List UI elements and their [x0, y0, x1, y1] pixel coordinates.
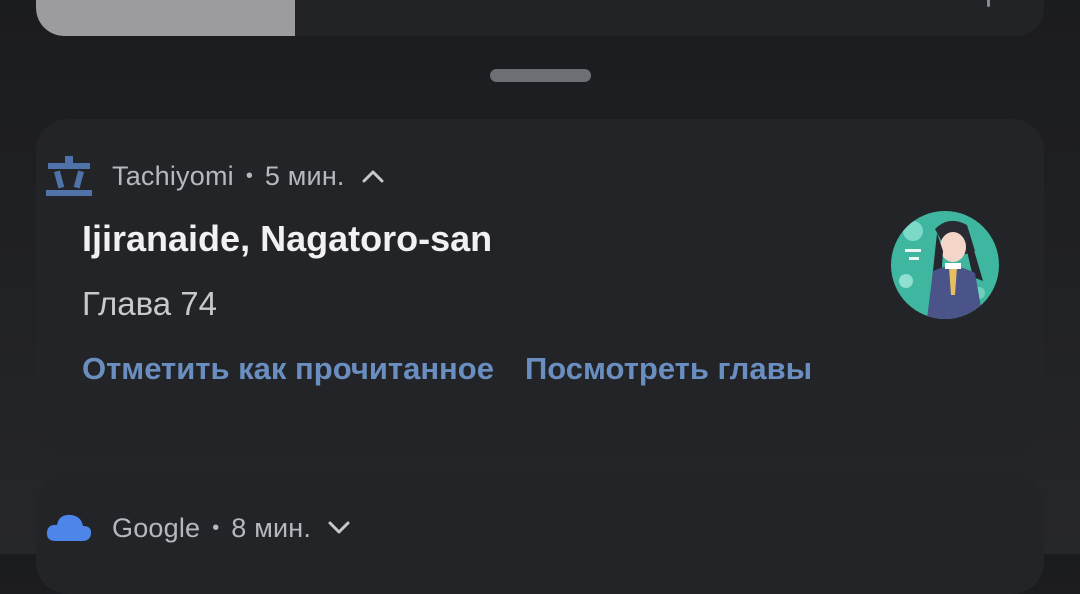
media-progress-fill [36, 0, 295, 36]
google-app-name: Google [112, 512, 201, 543]
app-name: Tachiyomi [112, 160, 234, 191]
notification-subtitle: Глава 74 [82, 285, 218, 322]
tachiyomi-logo-icon [46, 153, 92, 199]
manga-cover-thumbnail [891, 211, 999, 319]
view-chapters-button[interactable]: Посмотреть главы [525, 351, 812, 387]
google-notification-header: Google • 8 мин. [46, 508, 351, 548]
notification-actions: Отметить как прочитанное Посмотреть глав… [82, 351, 812, 387]
chevron-up-icon[interactable] [361, 168, 385, 184]
previous-notification-panel[interactable] [36, 0, 1044, 36]
cloud-icon [46, 505, 92, 551]
notification-header: Tachiyomi • 5 мин. [46, 156, 385, 196]
separator-dot: • [212, 516, 220, 539]
chevron-down-icon[interactable] [327, 520, 351, 536]
mark-as-read-button[interactable]: Отметить как прочитанное [82, 351, 494, 387]
drag-handle[interactable] [490, 69, 591, 82]
edge-glyph [987, 0, 990, 7]
google-timestamp: 8 мин. [231, 512, 312, 543]
separator-dot: • [245, 164, 253, 187]
timestamp: 5 мин. [264, 160, 345, 191]
notification-title: Ijiranaide, Nagatoro-san [82, 218, 493, 259]
